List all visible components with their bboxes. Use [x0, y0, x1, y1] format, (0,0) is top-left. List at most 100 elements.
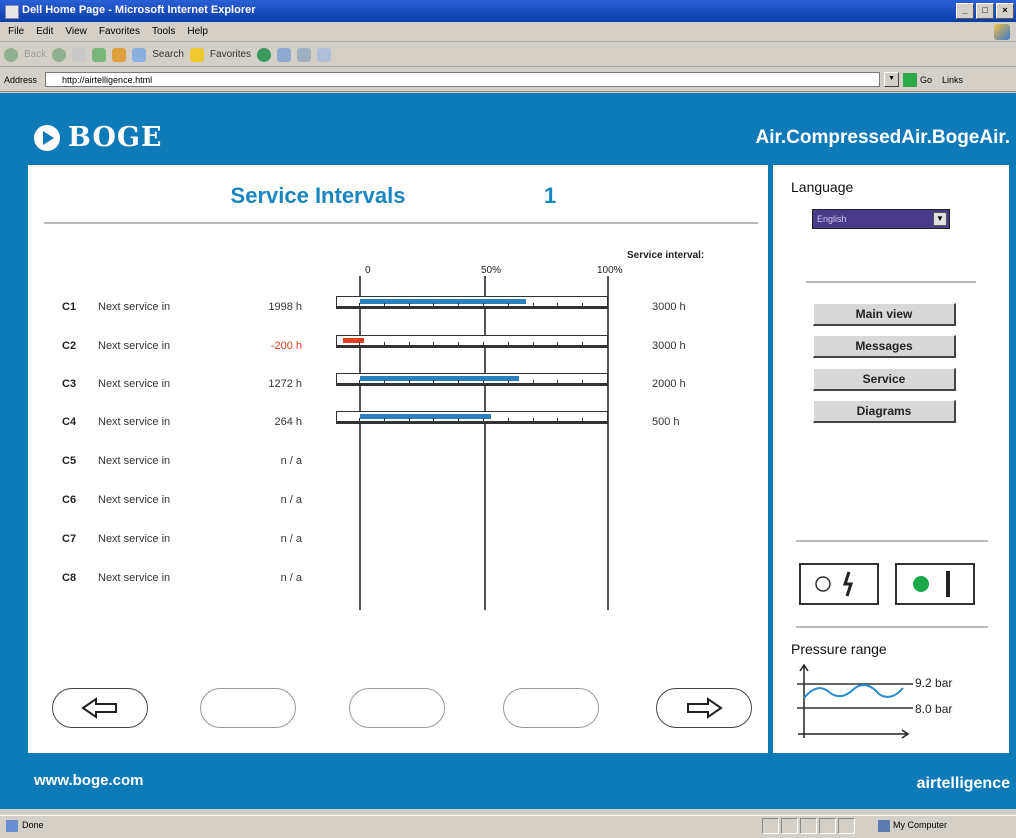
search-icon[interactable]: [132, 47, 147, 62]
maximize-button[interactable]: □: [976, 3, 994, 19]
chevron-down-icon[interactable]: ▼: [933, 212, 947, 226]
row-id: C8: [62, 572, 77, 584]
forward-icon[interactable]: [52, 47, 67, 62]
scale-tick: [582, 342, 584, 346]
scale-tick: [557, 380, 559, 384]
page-title: Service Intervals: [230, 183, 406, 208]
scale-tick: [433, 418, 435, 422]
status-cell: [762, 818, 779, 834]
scale-label-0: 0: [365, 265, 371, 276]
title-divider: [44, 222, 758, 224]
favorites-button[interactable]: Favorites: [210, 49, 251, 60]
toolbar: Back Search Favorites: [0, 43, 1016, 67]
row-id: C7: [62, 533, 77, 545]
menu-help[interactable]: Help: [187, 26, 208, 37]
address-dropdown[interactable]: ▼: [884, 72, 900, 87]
row-id: C2: [62, 340, 77, 352]
scale-tick: [458, 303, 460, 307]
power-on-icon: [913, 571, 950, 597]
scale-tick: [408, 303, 410, 307]
row-value: n / a: [280, 533, 302, 545]
back-nav-button[interactable]: [52, 688, 148, 728]
refresh-icon[interactable]: [92, 47, 107, 62]
scale-tick: [607, 380, 608, 384]
row-label: Next service in: [98, 301, 171, 313]
links-button[interactable]: Links: [942, 75, 963, 85]
row-id: C5: [62, 455, 77, 467]
scale-tick: [458, 418, 460, 422]
play-icon: [34, 124, 60, 151]
row-interval: 3000 h: [652, 340, 686, 352]
computer-icon: [878, 820, 890, 832]
menu-edit[interactable]: Edit: [36, 26, 53, 37]
scale-tick: [483, 418, 484, 422]
windows-logo-icon: [994, 24, 1010, 40]
history-icon[interactable]: [277, 47, 292, 62]
back-button[interactable]: Back: [24, 49, 46, 60]
menu-tools[interactable]: Tools: [152, 26, 175, 37]
go-icon[interactable]: [903, 72, 918, 87]
print-icon[interactable]: [317, 47, 332, 62]
nav-button-blank-2[interactable]: [349, 688, 445, 728]
pressure-range-graph: [797, 663, 913, 739]
scale-tick: [458, 380, 460, 384]
scale-tick: [532, 380, 534, 384]
service-bar-scale: [336, 303, 608, 309]
arrow-left-icon: [81, 697, 117, 719]
row-value: 1998 h: [268, 301, 302, 313]
scale-tick: [408, 342, 410, 346]
scale-label-50: 50%: [481, 265, 502, 276]
favorites-icon[interactable]: [189, 47, 204, 62]
scale-tick: [507, 418, 509, 422]
media-icon[interactable]: [257, 47, 272, 62]
scale-tick: [383, 342, 385, 346]
row-label: Next service in: [98, 455, 171, 467]
nav-button-blank-1[interactable]: [200, 688, 296, 728]
minimize-button[interactable]: _: [956, 3, 974, 19]
scale-tick: [433, 380, 435, 384]
language-label: Language: [791, 179, 854, 195]
forward-nav-button[interactable]: [656, 688, 752, 728]
scale-tick: [408, 380, 410, 384]
status-text: Done: [22, 820, 44, 830]
scale-tick: [383, 303, 385, 307]
service-button[interactable]: Service: [813, 368, 956, 391]
off-button[interactable]: [799, 563, 879, 605]
main-view-button[interactable]: Main view: [813, 303, 956, 326]
footer-url[interactable]: www.boge.com: [34, 772, 143, 789]
row-label: Next service in: [98, 340, 171, 352]
mail-icon[interactable]: [297, 47, 312, 62]
gridline-50: [484, 276, 486, 610]
scale-tick: [507, 303, 509, 307]
pressure-range-label: Pressure range: [791, 641, 887, 657]
scale-tick: [383, 380, 385, 384]
page-number: 1: [544, 183, 557, 208]
row-id: C3: [62, 378, 77, 390]
scale-tick: [458, 342, 460, 346]
close-button[interactable]: ×: [996, 3, 1014, 19]
nav-button-blank-3[interactable]: [503, 688, 599, 728]
menu-file[interactable]: File: [8, 26, 24, 37]
menu-favorites[interactable]: Favorites: [99, 26, 140, 37]
service-bar-scale: [336, 342, 608, 348]
stop-icon[interactable]: [72, 47, 87, 62]
header-tagline: Air.CompressedAir.BogeAir.: [755, 127, 1010, 148]
scale-tick: [433, 342, 435, 346]
language-select[interactable]: English ▼: [812, 209, 950, 229]
home-icon[interactable]: [112, 47, 127, 62]
diagrams-button[interactable]: Diagrams: [813, 400, 956, 423]
row-interval: 500 h: [652, 416, 680, 428]
scale-label-100: 100%: [597, 265, 623, 276]
go-button[interactable]: Go: [920, 75, 932, 85]
row-value: -200 h: [270, 340, 302, 352]
menu-view[interactable]: View: [65, 26, 87, 37]
messages-button[interactable]: Messages: [813, 335, 956, 358]
row-label: Next service in: [98, 416, 171, 428]
ie-app-icon: [5, 5, 19, 19]
search-button[interactable]: Search: [152, 49, 184, 60]
side-divider-3: [796, 626, 988, 628]
standby-icon: [815, 571, 854, 597]
back-icon[interactable]: [4, 47, 18, 62]
address-input[interactable]: http://airtelligence.html: [45, 72, 881, 87]
on-button[interactable]: [895, 563, 975, 605]
